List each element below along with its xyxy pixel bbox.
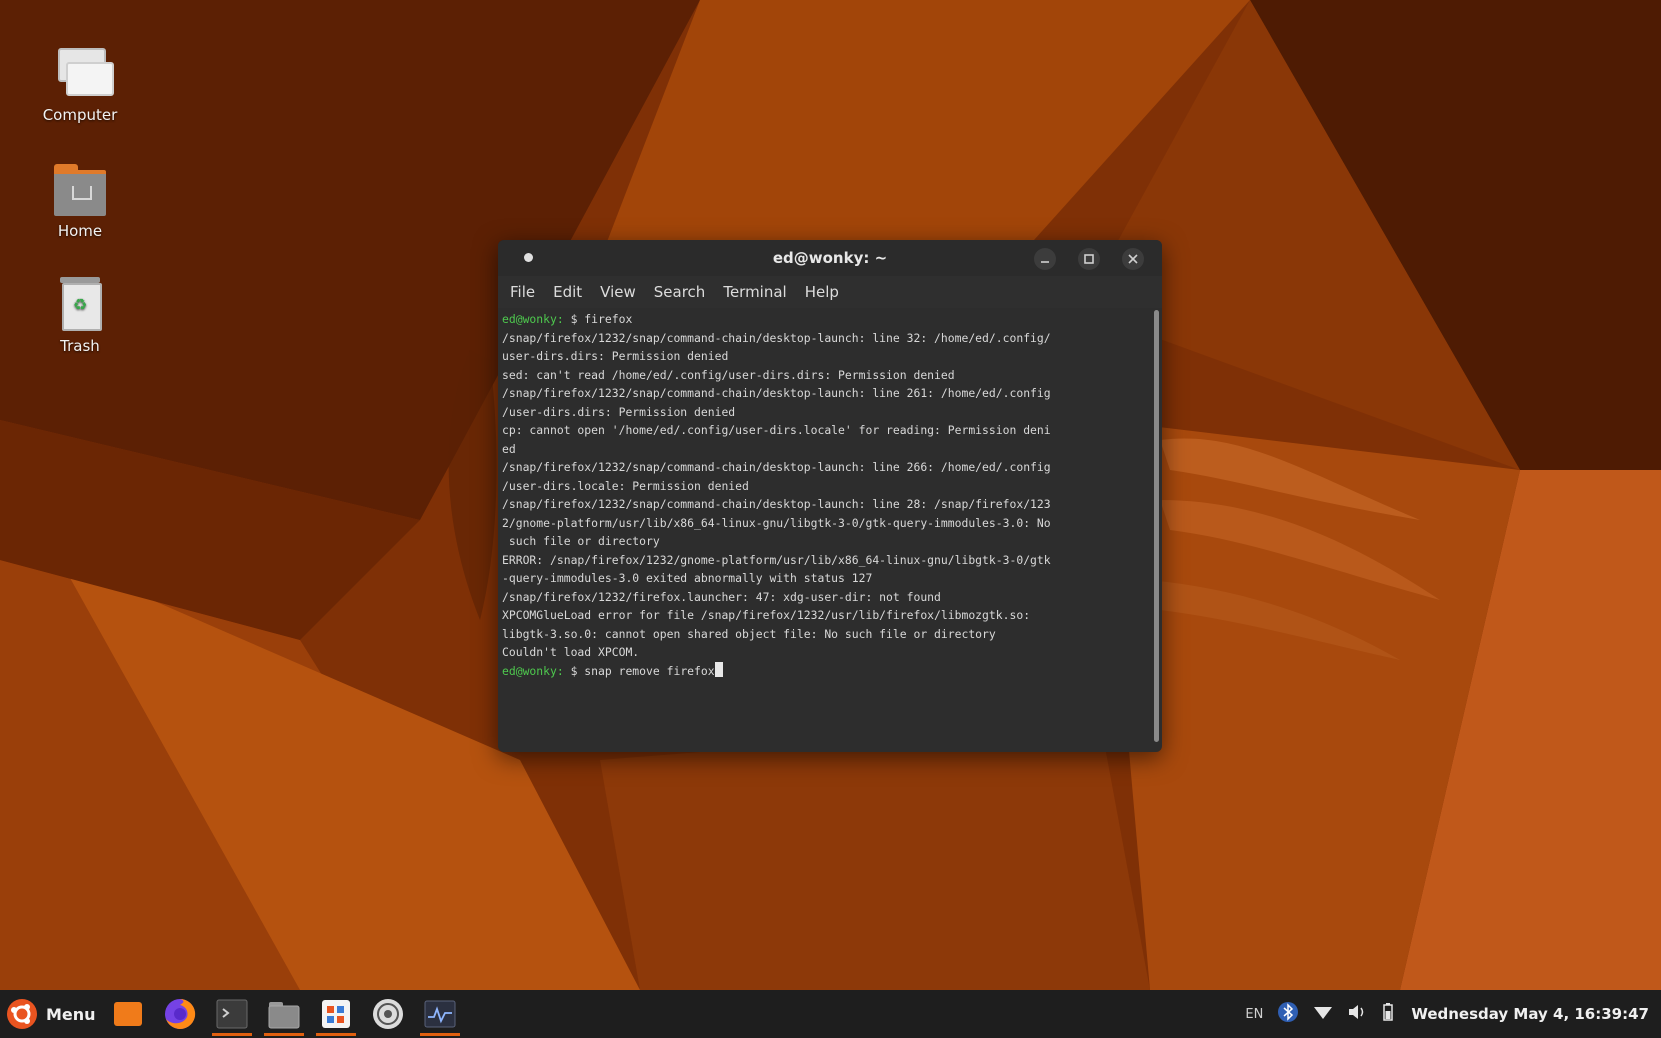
terminal-line: /snap/firefox/1232/firefox.launcher: 47:…: [502, 590, 941, 604]
menu-help[interactable]: Help: [805, 283, 839, 301]
maximize-button[interactable]: [1078, 248, 1100, 270]
terminal-titlebar[interactable]: ed@wonky: ~: [498, 240, 1162, 276]
terminal-line: ed@wonky: $ firefox: [502, 312, 632, 326]
terminal-window[interactable]: ed@wonky: ~ File Edit View Search Termin…: [498, 240, 1162, 752]
ubuntu-logo-icon: [7, 999, 37, 1029]
start-menu-button[interactable]: Menu: [0, 992, 102, 1036]
terminal-line-text: ERROR: /snap/firefox/1232/gnome-platform…: [502, 552, 1051, 567]
shell-prompt: ed@wonky:: [502, 312, 564, 326]
close-icon: [1128, 254, 1138, 264]
terminal-line: sed: can't read /home/ed/.config/user-di…: [502, 368, 955, 382]
terminal-line: /snap/firefox/1232/snap/command-chain/de…: [502, 386, 1051, 400]
terminal-line-text: sed: can't read /home/ed/.config/user-di…: [502, 367, 955, 382]
network-wifi-icon[interactable]: [1313, 1003, 1333, 1025]
disks-icon: [373, 999, 403, 1029]
terminal-line: /user-dirs.locale: Permission denied: [502, 479, 749, 493]
terminal-line-text: /snap/firefox/1232/snap/command-chain/de…: [502, 460, 1051, 474]
terminal-line: user-dirs.dirs: Permission denied: [502, 349, 728, 363]
taskbar-app-disks[interactable]: [362, 992, 414, 1036]
terminal-line-text: /snap/firefox/1232/snap/command-chain/de…: [502, 497, 1051, 511]
terminal-line: /snap/firefox/1232/snap/command-chain/de…: [502, 331, 1051, 345]
terminal-output-area[interactable]: ed@wonky: $ firefox /snap/firefox/1232/s…: [498, 308, 1150, 742]
volume-icon[interactable]: [1347, 1003, 1367, 1025]
terminal-line-text: /snap/firefox/1232/snap/command-chain/de…: [502, 386, 1051, 400]
terminal-line-text: ed: [502, 441, 516, 456]
terminal-line-text: such file or directory: [502, 534, 660, 548]
terminal-line-text: $ snap remove firefox: [563, 663, 715, 678]
computer-icon: [52, 44, 114, 102]
terminal-line: libgtk-3.so.0: cannot open shared object…: [502, 627, 996, 641]
desktop-icon-home[interactable]: Home: [30, 160, 130, 240]
terminal-line-text: XPCOMGlueLoad error for file /snap/firef…: [502, 608, 1031, 622]
terminal-line-text: libgtk-3.so.0: cannot open shared object…: [502, 626, 996, 641]
terminal-line: Couldn't load XPCOM.: [502, 645, 639, 659]
start-menu-label: Menu: [46, 1004, 96, 1024]
taskbar-app-terminal[interactable]: [206, 992, 258, 1036]
desktop-icon-label: Trash: [60, 337, 100, 355]
terminal-line-text: Couldn't load XPCOM.: [502, 645, 640, 659]
close-button[interactable]: [1122, 248, 1144, 270]
taskbar-app-firefox[interactable]: [154, 992, 206, 1036]
terminal-line-text: /snap/firefox/1232/snap/command-chain/de…: [502, 330, 1051, 345]
terminal-line: ed: [502, 442, 516, 456]
terminal-line: ed@wonky: $ snap remove firefox: [502, 661, 723, 678]
terminal-output: ed@wonky: $ firefox /snap/firefox/1232/s…: [502, 310, 1146, 680]
battery-icon[interactable]: [1381, 1002, 1395, 1026]
clock[interactable]: Wednesday May 4, 16:39:47: [1411, 1005, 1649, 1023]
home-folder-icon: [52, 160, 108, 218]
menu-view[interactable]: View: [600, 283, 636, 301]
minimize-icon: [1041, 261, 1049, 263]
taskbar-app-files-orange[interactable]: [102, 992, 154, 1036]
terminal-line: ERROR: /snap/firefox/1232/gnome-platform…: [502, 553, 1051, 567]
shell-prompt: ed@wonky:: [502, 663, 564, 678]
software-center-icon: [322, 1000, 350, 1028]
trash-icon: ♻: [52, 275, 108, 333]
terminal-line: -query-immodules-3.0 exited abnormally w…: [502, 571, 872, 585]
firefox-icon: [165, 998, 196, 1029]
taskbar-app-system-monitor[interactable]: [414, 992, 466, 1036]
terminal-line: /snap/firefox/1232/snap/command-chain/de…: [502, 460, 1051, 474]
taskbar-app-file-manager[interactable]: [258, 992, 310, 1036]
terminal-line: such file or directory: [502, 534, 660, 548]
terminal-line-text: 2/gnome-platform/usr/lib/x86_64-linux-gn…: [502, 515, 1051, 530]
keyboard-layout-indicator[interactable]: EN: [1245, 1007, 1263, 1022]
menu-search[interactable]: Search: [654, 283, 706, 301]
terminal-line-text: /user-dirs.locale: Permission denied: [502, 478, 749, 493]
terminal-line-text: -query-immodules-3.0 exited abnormally w…: [502, 571, 873, 585]
window-title: ed@wonky: ~: [772, 249, 888, 267]
terminal-line-text: user-dirs.dirs: Permission denied: [502, 349, 729, 363]
terminal-line-text: cp: cannot open '/home/ed/.config/user-d…: [502, 423, 1051, 437]
taskbar-app-software-center[interactable]: [310, 992, 362, 1036]
desktop-icon-trash[interactable]: ♻ Trash: [30, 275, 130, 355]
terminal-line-text: $ firefox: [563, 312, 633, 326]
minimize-button[interactable]: [1034, 248, 1056, 270]
terminal-line: XPCOMGlueLoad error for file /snap/firef…: [502, 608, 1030, 622]
menu-terminal[interactable]: Terminal: [723, 283, 786, 301]
system-tray: EN Wednesday May 4, 16:39:47: [1231, 1001, 1661, 1027]
desktop-icon-label: Home: [57, 222, 103, 240]
bluetooth-icon[interactable]: [1277, 1001, 1299, 1027]
system-monitor-icon: [424, 1000, 456, 1028]
terminal-line-text: /snap/firefox/1232/firefox.launcher: 47:…: [502, 589, 941, 604]
taskbar: Menu EN Wednesday May 4, 16:39:47: [0, 990, 1661, 1038]
terminal-line-text: /user-dirs.dirs: Permission denied: [502, 404, 736, 419]
terminal-line: cp: cannot open '/home/ed/.config/user-d…: [502, 423, 1051, 437]
menu-file[interactable]: File: [510, 283, 535, 301]
terminal-scrollbar[interactable]: [1154, 310, 1159, 742]
file-manager-icon: [268, 1002, 300, 1029]
terminal-line: /user-dirs.dirs: Permission denied: [502, 405, 735, 419]
terminal-line: /snap/firefox/1232/snap/command-chain/de…: [502, 497, 1051, 511]
terminal-menubar: File Edit View Search Terminal Help: [498, 276, 1162, 308]
menu-edit[interactable]: Edit: [553, 283, 582, 301]
desktop: Computer Home ♻ Trash ed@wonky: ~ File E…: [0, 0, 1661, 990]
terminal-icon: [216, 999, 248, 1029]
maximize-icon: [1084, 254, 1094, 264]
text-cursor: [714, 661, 723, 677]
desktop-icon-label: Computer: [42, 106, 118, 124]
desktop-icon-computer[interactable]: Computer: [30, 44, 130, 124]
terminal-line: 2/gnome-platform/usr/lib/x86_64-linux-gn…: [502, 516, 1051, 530]
orange-folder-icon: [114, 1002, 142, 1026]
